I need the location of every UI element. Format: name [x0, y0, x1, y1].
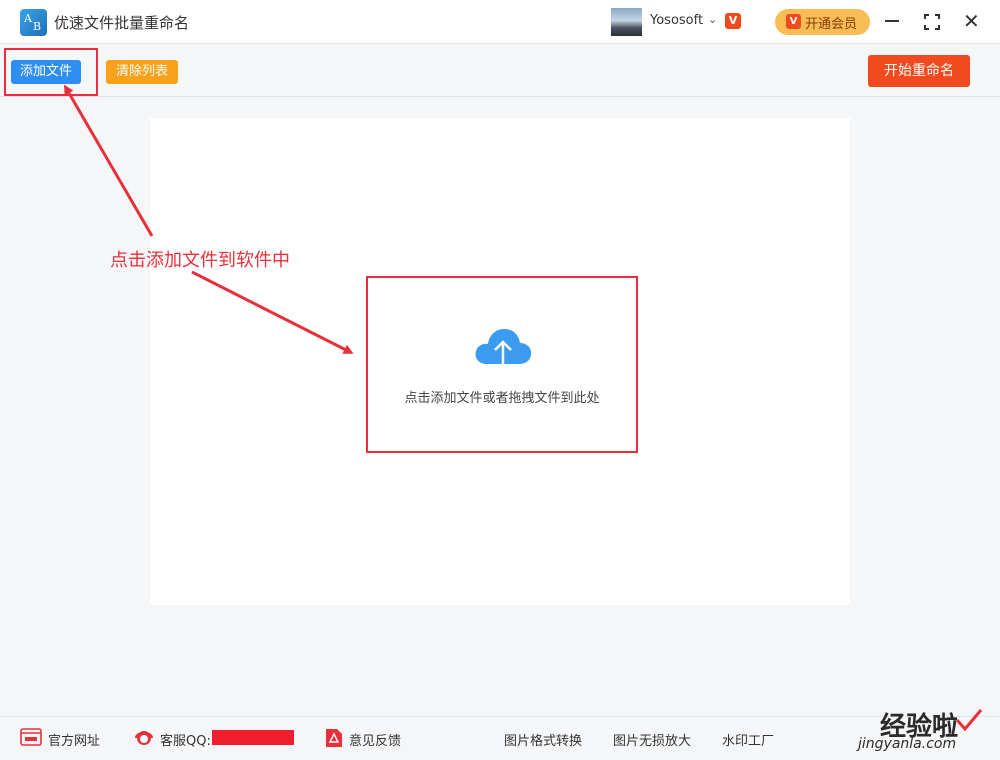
footer: 官方网址 客服QQ: 意见反馈 图片格式转换 图片无损放大 水印工厂	[0, 716, 1000, 760]
checkmark-icon	[955, 709, 983, 732]
arrow-to-add-button	[63, 84, 154, 237]
feedback-link[interactable]: 意见反馈	[349, 730, 401, 749]
support-qq-label[interactable]: 客服QQ:	[160, 730, 211, 749]
annotation-arrows	[63, 84, 354, 354]
pdf-feedback-icon	[326, 729, 342, 747]
footer-link-format-convert[interactable]: 图片格式转换	[504, 730, 582, 749]
website-link[interactable]: 官方网址	[48, 730, 100, 749]
qq-number-redacted	[212, 730, 294, 745]
footer-link-watermark-factory[interactable]: 水印工厂	[722, 730, 774, 749]
arrow-to-drop-zone	[191, 270, 354, 354]
footer-link-lossless-enlarge[interactable]: 图片无损放大	[613, 730, 691, 749]
support-icon	[135, 731, 153, 745]
web-icon	[20, 728, 42, 746]
watermark-url: jingyanla.com	[858, 736, 957, 752]
